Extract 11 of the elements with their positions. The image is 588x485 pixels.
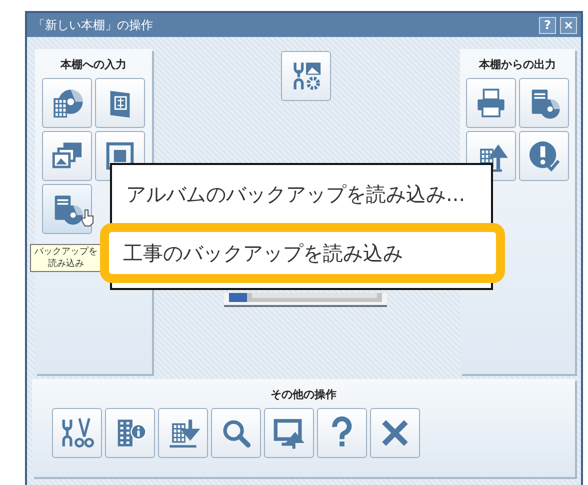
window-title: 「新しい本棚」の操作 [33,16,154,34]
monitor-up-icon [272,416,306,450]
panel-title: 本棚への入力 [60,57,126,72]
panel-title: 本棚からの出力 [479,57,556,72]
tools-scissors-icon [60,416,94,450]
hand-cursor-icon [81,209,95,227]
menu-item[interactable]: 工事のバックアップを読み込み [100,223,505,283]
menu-item[interactable]: アルバムのバックアップを読み込み... [112,165,491,223]
tooltip: バックアップを読み込み [30,244,102,272]
panel-title: その他の操作 [270,387,336,402]
alert-check-icon [527,139,561,173]
